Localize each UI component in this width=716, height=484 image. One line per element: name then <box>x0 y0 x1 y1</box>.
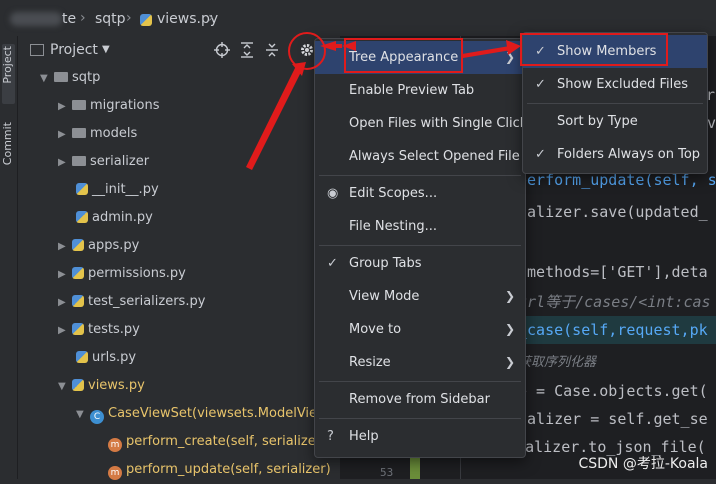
annotation-arrowhead <box>342 41 356 51</box>
annotation-arrows <box>246 40 521 170</box>
annotation-arrow <box>326 44 342 48</box>
watermark: CSDN @考拉-Koala <box>578 456 708 472</box>
annotation-arrowhead <box>506 40 521 55</box>
annotation-arrow <box>246 66 302 170</box>
annotation-arrow <box>462 46 511 58</box>
